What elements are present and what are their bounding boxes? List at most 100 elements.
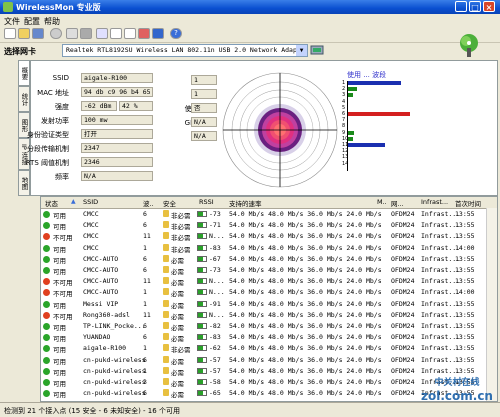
network-cell: OFDM24 xyxy=(391,322,415,330)
help-icon[interactable]: ? xyxy=(170,28,182,39)
usage-channel-number: 3 xyxy=(342,92,346,99)
table-row[interactable]: 可用 CMCC 6 非必需 -71 54.0 Mb/s 48.0 Mb/s 36.0 Mb… xyxy=(41,220,497,232)
table-row[interactable]: 不可用 CMCC-AUTO 1 必需 N... 54.0 Mb/s 48.0 Mb/s 3… xyxy=(41,287,497,298)
status-dot-icon xyxy=(43,367,50,375)
col-rssi[interactable]: RSSI xyxy=(199,198,214,206)
lock-icon xyxy=(163,210,169,217)
strength-label: 强度 xyxy=(55,103,69,111)
ssid-cell: aigale-R100 xyxy=(83,344,127,353)
usage-row: 4 xyxy=(342,98,422,105)
network-cell: OFDM24 xyxy=(391,221,415,230)
rssi-cell: -58 xyxy=(209,378,221,386)
status-dot-icon xyxy=(43,345,50,353)
col-security[interactable]: 安全 xyxy=(163,198,176,208)
adapter-select[interactable]: Realtek RTL8192SU Wireless LAN 802.11n U… xyxy=(62,44,308,57)
table-row[interactable]: 可用 cn-pukd-wireless 6 必需 -57 54.0 Mb/s 48.0 M… xyxy=(41,355,497,366)
table-row[interactable]: 不可用 CMCC 11 非必需 N... 54.0 Mb/s 48.0 Mb/s 36.0… xyxy=(41,231,497,242)
usage-row: 7 xyxy=(342,117,422,123)
status-bar: 检测到 21 个接入点 (15 安全 - 6 未知安全) - 16 个可用 xyxy=(0,402,500,417)
ssid-label: SSID xyxy=(52,74,69,82)
time-cell: 13:55 xyxy=(455,344,475,353)
minimize-button[interactable]: _ xyxy=(455,1,467,12)
status-dot-icon xyxy=(43,267,50,274)
open-folder-icon[interactable] xyxy=(18,28,30,39)
rssi-cell: -62 xyxy=(209,344,221,353)
usage-row: 2 xyxy=(342,86,422,93)
network-cell: OFDM24 xyxy=(391,266,415,274)
time-cell: 13:55 xyxy=(455,277,475,286)
table-row[interactable]: 不可用 CMCC-AUTO 11 必需 N... 54.0 Mb/s 48.0 Mb/s … xyxy=(41,276,497,288)
table-row[interactable]: 可用 aigale-R100 1 非必需 -62 54.0 Mb/s 48.0 Mb/s … xyxy=(41,343,497,354)
status-dot-icon xyxy=(43,323,50,330)
auth-value: 打开 xyxy=(81,129,153,139)
status-cell: 不可用 xyxy=(53,279,73,288)
report-icon[interactable] xyxy=(152,28,164,39)
ssid-value: aigale-R100 xyxy=(81,73,153,83)
tab-summary[interactable]: 概要 xyxy=(18,60,30,86)
table-row[interactable]: 可用 CMCC-AUTO 6 必需 -73 54.0 Mb/s 48.0 Mb/s 36.… xyxy=(41,265,497,276)
car-icon[interactable] xyxy=(50,28,62,39)
time-cell: 13:55 xyxy=(455,210,475,218)
table-row[interactable]: 可用 TP-LINK_Pocke... 6 必需 -82 54.0 Mb/s 48.0 M… xyxy=(41,321,497,332)
col-infra[interactable]: Infrast... xyxy=(421,198,448,206)
col-channel[interactable]: 波.. xyxy=(143,198,154,208)
check-list-icon[interactable] xyxy=(124,28,136,39)
col-network[interactable]: 网... xyxy=(391,198,404,208)
table-row[interactable]: 可用 CMCC 1 非必需 -83 54.0 Mb/s 48.0 Mb/s 36.0 Mb… xyxy=(41,243,497,254)
new-icon[interactable] xyxy=(4,28,16,39)
signal-icon xyxy=(197,311,207,318)
signal-icon xyxy=(197,334,207,341)
col-status[interactable]: 状态 xyxy=(45,198,58,208)
status-cell: 可用 xyxy=(53,301,66,310)
tab-statistics[interactable]: 统计 xyxy=(18,86,30,112)
ssid-cell: CMCC xyxy=(83,210,99,218)
network-adapter-icon[interactable] xyxy=(310,43,324,57)
usage-channel-number: 2 xyxy=(342,86,346,93)
table-row[interactable]: 可用 YUANDAO 6 必需 -83 54.0 Mb/s 48.0 Mb/s 36.0 … xyxy=(41,332,497,343)
mac-label: MAC 地址 xyxy=(37,89,69,97)
network-cell: OFDM24 xyxy=(391,243,415,252)
tools-icon[interactable] xyxy=(80,28,92,39)
signal-icon xyxy=(197,367,207,374)
chevron-down-icon[interactable]: ▼ xyxy=(296,45,307,56)
lock-icon xyxy=(163,322,169,329)
network-cell: OFDM24 xyxy=(391,366,415,375)
adapter-value: Realtek RTL8192SU Wireless LAN 802.11n U… xyxy=(66,46,308,54)
chart-icon[interactable] xyxy=(138,28,150,39)
usage-channel-number: 4 xyxy=(342,98,346,105)
table-row[interactable]: 不可用 Rong360-adsl 11 必需 N... 54.0 Mb/s 48.0 Mb… xyxy=(41,310,497,321)
channel-cell: 6 xyxy=(143,266,147,274)
tab-map[interactable]: 地图 xyxy=(18,170,30,196)
status-dot-icon xyxy=(43,233,50,241)
mac-value: 94 db c9 96 b4 65 xyxy=(81,87,153,97)
status-cell: 可用 xyxy=(53,223,66,232)
col-first-time[interactable]: 首次时间 xyxy=(455,198,481,208)
ssid-cell: Rong360-adsl xyxy=(83,310,130,319)
folder-view-icon[interactable] xyxy=(96,28,108,39)
print-icon[interactable] xyxy=(66,28,78,39)
col-rates[interactable]: 支持的速率 xyxy=(229,198,262,208)
close-button[interactable]: × xyxy=(483,1,495,12)
signal-icon xyxy=(197,356,207,363)
status-cell: 可用 xyxy=(53,268,66,276)
ssid-cell: cn-pukd-wireless xyxy=(83,389,146,398)
col-mac[interactable]: M.. xyxy=(377,198,387,206)
notes-icon[interactable] xyxy=(110,28,122,39)
network-cell: OFDM24 xyxy=(391,378,415,386)
wirelessmon-logo-icon xyxy=(460,34,478,57)
usage-row: 10 xyxy=(342,136,422,142)
usage-row: 6 xyxy=(342,111,422,117)
ssid-cell: YUANDAO xyxy=(83,333,111,342)
maximize-button[interactable]: □ xyxy=(469,1,481,12)
window-title: WirelessMon 专业版 xyxy=(16,3,101,12)
table-row[interactable]: 可用 CMCC-AUTO 6 必需 -67 54.0 Mb/s 48.0 Mb/s 36.… xyxy=(41,254,497,265)
col-ssid[interactable]: SSID xyxy=(83,198,98,206)
usage-channel-number: 5 xyxy=(342,104,346,111)
time-cell: 14:00 xyxy=(455,243,475,252)
table-row[interactable]: 可用 Messi VIP 1 必需 -91 54.0 Mb/s 48.0 Mb/s 36.… xyxy=(41,299,497,310)
save-icon[interactable] xyxy=(32,28,44,39)
table-row[interactable]: 可用 CMCC 6 非必需 -73 54.0 Mb/s 48.0 Mb/s 36.0 Mb… xyxy=(41,209,497,220)
table-scrollbar[interactable] xyxy=(486,208,497,401)
time-cell: 13:55 xyxy=(455,254,475,263)
rates-cell: 54.0 Mb/s 48.0 Mb/s 36.0 Mb/s 24.0 Mb/s xyxy=(229,288,382,297)
